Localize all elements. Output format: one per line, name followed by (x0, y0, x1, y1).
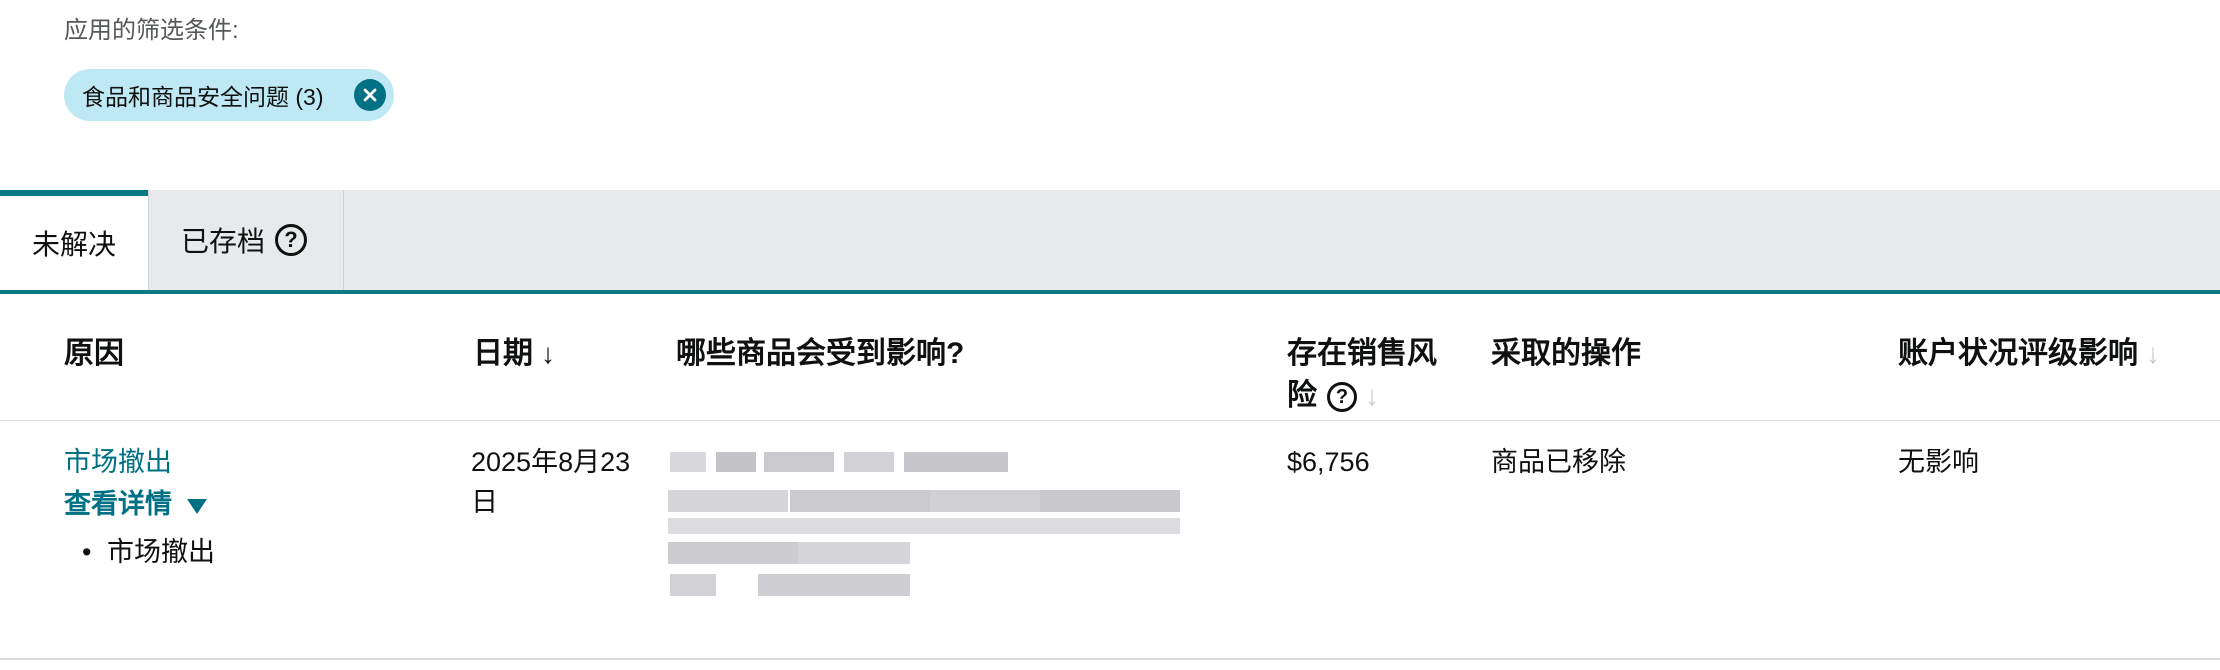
column-header-affected-products-label: 哪些商品会受到影响? (676, 337, 965, 370)
column-header-date[interactable]: 日期 ↓ (473, 333, 555, 375)
column-header-date-label: 日期 (473, 337, 533, 370)
filter-chip-label: 食品和商品安全问题 (3) (82, 84, 324, 110)
column-header-health-impact[interactable]: 账户状况评级影响 ↓ (1898, 333, 2160, 375)
detail-list-item: • 市场撤出 (82, 530, 215, 569)
header-divider (0, 420, 2220, 421)
column-header-sales-risk-label: 存在销售风险 (1287, 337, 1437, 412)
sort-down-arrow-icon[interactable]: ↓ (541, 338, 555, 369)
column-header-health-impact-label: 账户状况评级影响 (1898, 337, 2138, 370)
view-details-label: 查看详情 (64, 489, 172, 519)
column-header-sales-risk[interactable]: 存在销售风险? ↓ (1287, 333, 1437, 417)
column-header-action-taken-label: 采取的操作 (1491, 337, 1641, 370)
health-impact-cell: 无影响 (1898, 447, 1979, 477)
question-circle-icon[interactable]: ? (275, 224, 308, 256)
view-details-toggle[interactable]: 查看详情 (64, 482, 208, 521)
close-circle-icon[interactable] (354, 79, 386, 111)
row-divider (0, 658, 2220, 660)
sales-risk-cell: $6,756 (1287, 447, 1370, 477)
column-header-reason: 原因 (64, 333, 124, 375)
column-header-affected-products: 哪些商品会受到影响? (676, 333, 964, 375)
tab-archived-label: 已存档 (181, 226, 266, 257)
tab-archived[interactable]: 已存档 ? (148, 190, 344, 290)
status-tab-bar: 未解决 已存档 ? (0, 190, 2220, 294)
action-taken-cell: 商品已移除 (1491, 447, 1626, 477)
detail-list-item-label: 市场撤出 (106, 537, 215, 567)
tab-unresolved[interactable]: 未解决 (0, 190, 148, 290)
sort-down-arrow-icon[interactable]: ↓ (1365, 380, 1379, 411)
applied-filters-label: 应用的筛选条件: (64, 17, 239, 44)
date-cell: 2025年8月23日 (471, 447, 631, 517)
column-header-action-taken: 采取的操作 (1491, 333, 1641, 375)
reason-link[interactable]: 市场撤出 (64, 442, 172, 482)
question-circle-icon[interactable]: ? (1327, 382, 1357, 413)
tab-unresolved-label: 未解决 (31, 229, 116, 260)
bullet-icon: • (82, 537, 92, 567)
column-header-reason-label: 原因 (64, 337, 124, 370)
sort-down-arrow-icon[interactable]: ↓ (2146, 338, 2160, 369)
caret-down-icon (186, 498, 207, 514)
redacted-product-info (668, 440, 1208, 600)
filter-chip[interactable]: 食品和商品安全问题 (3) (64, 69, 394, 121)
